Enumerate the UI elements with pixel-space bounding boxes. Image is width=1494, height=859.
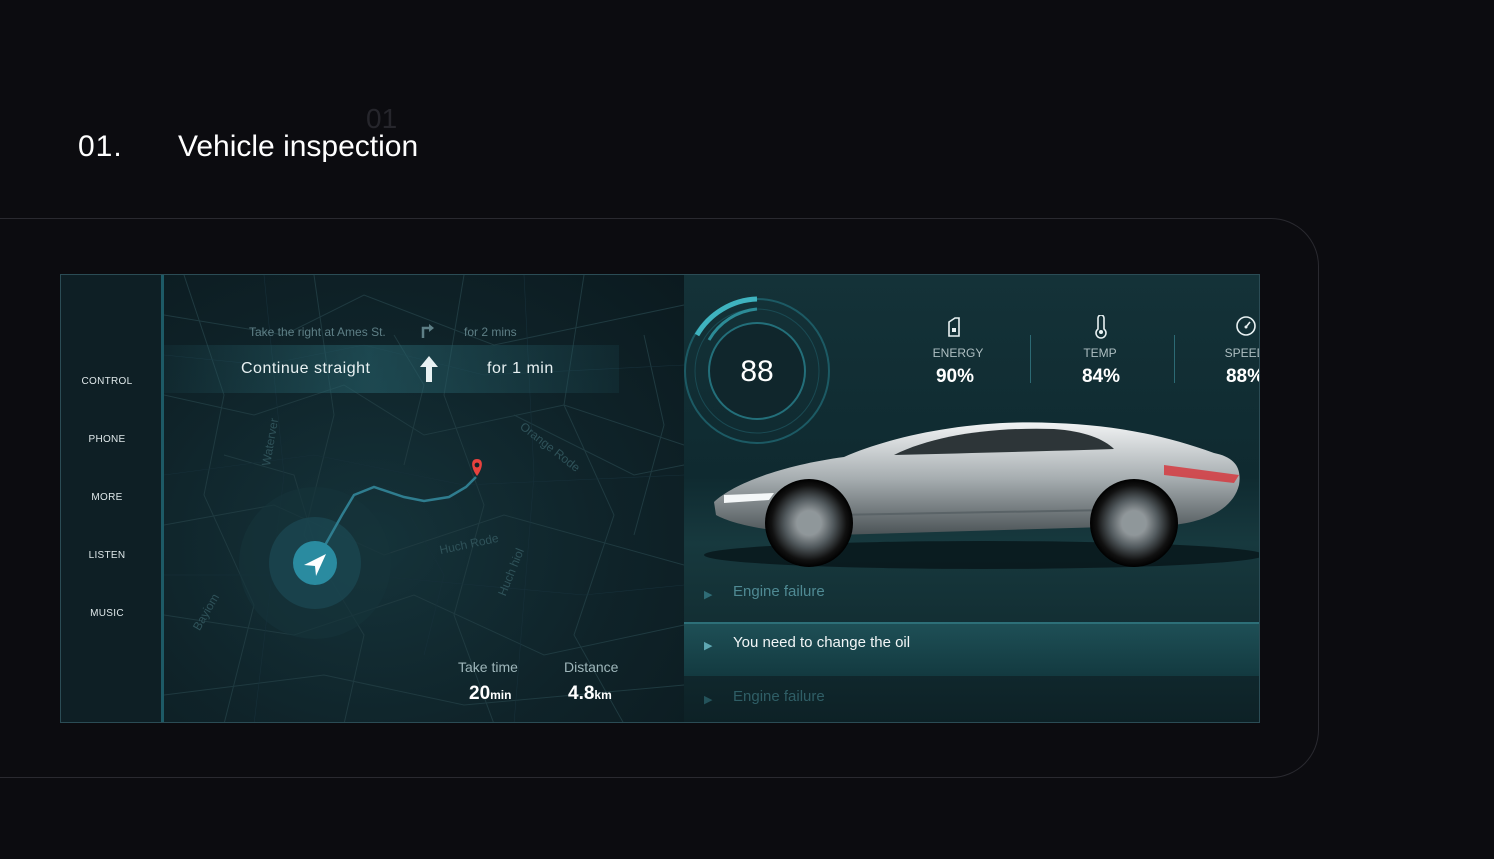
fuel-icon [948,317,960,337]
speedometer-icon [1236,316,1256,336]
sidebar-item-more[interactable]: MORE [61,492,153,503]
speed-value: 88% [1225,366,1259,387]
stat-divider [1030,335,1031,383]
sidebar-item-phone[interactable]: PHONE [61,434,153,445]
alert-text: Engine failure [733,583,825,600]
straight-arrow-icon [420,356,438,382]
previous-duration: for 2 mins [464,325,517,339]
navigation-arrow-icon[interactable] [293,541,337,585]
energy-label: ENERGY [932,346,984,360]
map-panel[interactable]: Orange Rode Waterver Huch Rode Huch hiol… [164,275,684,722]
play-arrow-icon: ▶ [704,694,713,706]
current-duration: for 1 min [487,360,554,377]
take-time-value: 20min [469,683,512,704]
alert-item-active[interactable]: ▶ You need to change the oil [704,621,1259,671]
sidebar-item-music[interactable]: MUSIC [61,608,153,619]
alert-item[interactable]: ▶ Engine failure [704,570,1259,620]
take-time-label: Take time [458,659,518,675]
alert-text: You need to change the oil [733,634,911,651]
energy-value: 90% [935,366,975,387]
temp-value: 84% [1081,366,1121,387]
sidebar-item-control[interactable]: CONTROL [61,376,153,387]
current-instruction: Continue straight [241,360,371,377]
map-pin-icon[interactable] [472,459,482,476]
speed-label: SPEED [1224,346,1259,360]
alert-text: Engine failure [733,688,825,705]
previous-instruction: Take the right at Ames St. [249,325,386,339]
play-arrow-icon: ▶ [704,589,713,601]
car-illustration [704,422,1259,569]
sidebar-item-listen[interactable]: LISTEN [61,550,153,561]
distance-label: Distance [564,659,619,675]
map-streets [164,275,684,722]
play-arrow-icon: ▶ [704,640,713,652]
section-title: Vehicle inspection [178,130,419,163]
alert-item[interactable]: ▶ Engine failure [704,675,1259,722]
thermometer-icon [1095,315,1107,339]
section-number: 01. [78,130,123,163]
turn-right-icon [421,324,434,338]
dashboard-screen: CONTROL PHONE MORE LISTEN MUSIC Orange R… [60,274,1260,723]
stat-divider [1174,335,1175,383]
distance-value: 4.8km [568,683,612,704]
gauge-value: 88 [740,355,774,388]
temp-label: TEMP [1083,346,1117,360]
sidebar: CONTROL PHONE MORE LISTEN MUSIC [61,275,164,722]
vehicle-panel: 88 ENERGY 90% TEMP 84% SPEED 88% [684,275,1259,722]
